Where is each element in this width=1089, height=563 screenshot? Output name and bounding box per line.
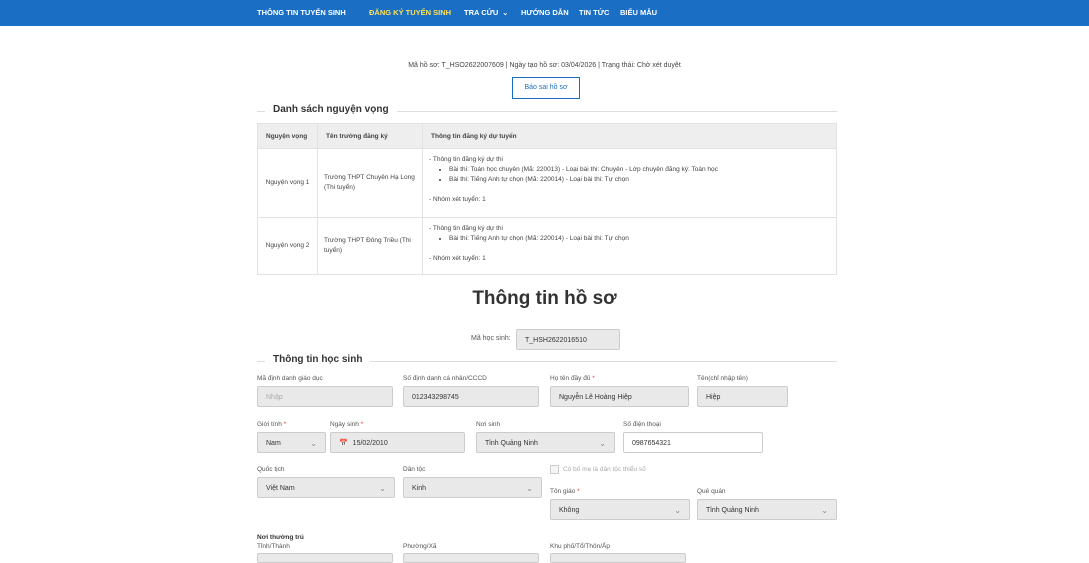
birthplace-label: Nơi sinh [476,421,501,428]
wish-number: Nguyện vọng 2 [257,217,318,275]
page-title: Thông tin hồ sơ [472,288,617,309]
table-header-row: Nguyện vọng Tên trường đăng ký Thông tin… [257,123,837,149]
nationality-value: Việt Nam [266,485,295,492]
table-row: Nguyện vọng 2 Trường THPT Đông Triều (Th… [257,217,837,275]
fullname-label-text: Họ tên đầy đủ [550,375,591,382]
list-item: Bài thi: Toán học chuyên (Mã: 220013) - … [449,165,830,175]
chevron-down-icon: ⌄ [310,439,317,448]
dob-label-text: Ngày sinh [330,421,359,428]
wish-group: - Nhóm xét tuyển: 1 [429,255,486,262]
table-row: Nguyện vọng 1 Trường THPT Chuyên Hạ Long… [257,148,837,218]
birthplace-value: Tỉnh Quảng Ninh [485,440,538,447]
fullname-field[interactable]: Nguyễn Lê Hoàng Hiệp [550,386,689,407]
nickname-label: Tên(chỉ nhập tên) [697,375,748,382]
wish-info: - Thông tin đăng ký dự thi Bài thi: Toán… [422,148,837,218]
required-mark: * [283,421,287,428]
nickname-field[interactable]: Hiệp [697,386,788,407]
phone-field[interactable]: 0987654321 [623,432,763,453]
dob-value: 15/02/2010 [352,440,388,447]
student-code-field[interactable]: T_HSH2622016510 [516,329,620,350]
province-select[interactable] [257,553,393,563]
gender-select[interactable]: Nam ⌄ [257,432,326,453]
cccd-field[interactable]: 012343298745 [403,386,539,407]
column-header: Thông tin đăng ký dự tuyển [422,123,837,149]
checkbox-icon [550,465,559,474]
chevron-down-icon: ⌄ [674,506,681,515]
chevron-down-icon: ⌄ [502,10,509,17]
hamlet-field[interactable] [550,553,686,563]
required-mark: * [577,488,580,495]
chevron-down-icon: ⌄ [821,506,828,515]
ethnic-select[interactable]: Kinh ⌄ [403,477,542,498]
province-label: Tỉnh/Thành [257,543,290,550]
religion-select[interactable]: Không ⌄ [550,499,690,520]
fullname-label: Họ tên đầy đủ * [550,375,595,382]
chevron-down-icon: ⌄ [599,439,606,448]
gender-label-text: Giới tính [257,421,282,428]
edu-id-label: Mã định danh giáo dục [257,375,323,382]
report-error-button[interactable]: Báo sai hồ sơ [512,77,580,99]
phone-label: Số điện thoại [623,421,661,428]
religion-value: Không [559,507,580,514]
wish-school: Trường THPT Đông Triều (Thi tuyển) [317,217,423,275]
cccd-label: Số định danh cá nhân/CCCD [403,375,487,382]
column-header: Tên trường đăng ký [317,123,423,149]
gender-label: Giới tính * [257,421,286,428]
residence-title: Nơi thường trú [257,534,304,541]
hometown-select[interactable]: Tỉnh Quảng Ninh ⌄ [697,499,837,520]
dob-field[interactable]: 📅 15/02/2010 [330,432,465,453]
record-meta: Mã hồ sơ: T_HSO2622007609 | Ngày tạo hồ … [408,62,681,69]
nav-item-forms[interactable]: BIỂU MẪU [620,0,657,26]
calendar-icon: 📅 [339,440,348,447]
dob-label: Ngày sinh * [330,421,363,428]
nav-item-lookup-label: TRA CỨU [464,8,499,17]
required-mark: * [592,375,595,382]
birthplace-select[interactable]: Tỉnh Quảng Ninh ⌄ [476,432,615,453]
gender-value: Nam [266,440,281,447]
wish-info-title: - Thông tin đăng ký dự thi [429,156,503,163]
religion-label: Tôn giáo * [550,488,580,495]
nav-item-guide[interactable]: HƯỚNG DẪN [521,0,569,26]
religion-label-text: Tôn giáo [550,488,576,495]
wish-info-title: - Thông tin đăng ký dự thi [429,225,503,232]
wish-school: Trường THPT Chuyên Hạ Long (Thi tuyển) [317,148,423,218]
top-nav: THÔNG TIN TUYỂN SINH ĐĂNG KÝ TUYỂN SINH … [0,0,1089,26]
wishes-table: Nguyện vọng Tên trường đăng ký Thông tin… [257,123,837,275]
hometown-label: Quê quán [697,488,726,495]
edu-id-field[interactable]: Nhập [257,386,393,407]
student-section-title: Thông tin học sinh [265,354,371,365]
nationality-select[interactable]: Việt Nam ⌄ [257,477,395,498]
nav-item-news[interactable]: TIN TỨC [579,0,609,26]
chevron-down-icon: ⌄ [526,484,533,493]
nationality-label: Quốc tịch [257,466,285,473]
edu-id-placeholder: Nhập [266,394,283,401]
ward-select[interactable] [403,553,539,563]
ethnic-value: Kinh [412,485,427,492]
minority-label: Có bố mẹ là dân tộc thiểu số [563,466,646,474]
wishes-section-title: Danh sách nguyện vọng [265,104,397,115]
required-mark: * [360,421,364,428]
wish-group: - Nhóm xét tuyển: 1 [429,196,486,203]
wish-info: - Thông tin đăng ký dự thi Bài thi: Tiến… [422,217,837,275]
wish-number: Nguyện vọng 1 [257,148,318,218]
student-code-label: Mã học sinh: [471,335,511,342]
hamlet-label: Khu phố/Tổ/Thôn/Ấp [550,543,610,550]
nav-item-lookup[interactable]: TRA CỨU ⌄ [464,0,508,26]
nav-item-admission-info[interactable]: THÔNG TIN TUYỂN SINH [257,0,346,26]
list-item: Bài thi: Tiếng Anh tự chọn (Mã: 220014) … [449,175,830,185]
ward-label: Phường/Xã [403,543,437,550]
chevron-down-icon: ⌄ [379,484,386,493]
hometown-value: Tỉnh Quảng Ninh [706,507,759,514]
ethnic-label: Dân tộc [403,466,426,473]
column-header: Nguyện vọng [257,123,318,149]
nav-item-admission-register[interactable]: ĐĂNG KÝ TUYỂN SINH [369,0,451,26]
minority-checkbox[interactable]: Có bố mẹ là dân tộc thiểu số [550,465,646,474]
list-item: Bài thi: Tiếng Anh tự chọn (Mã: 220014) … [449,234,830,244]
